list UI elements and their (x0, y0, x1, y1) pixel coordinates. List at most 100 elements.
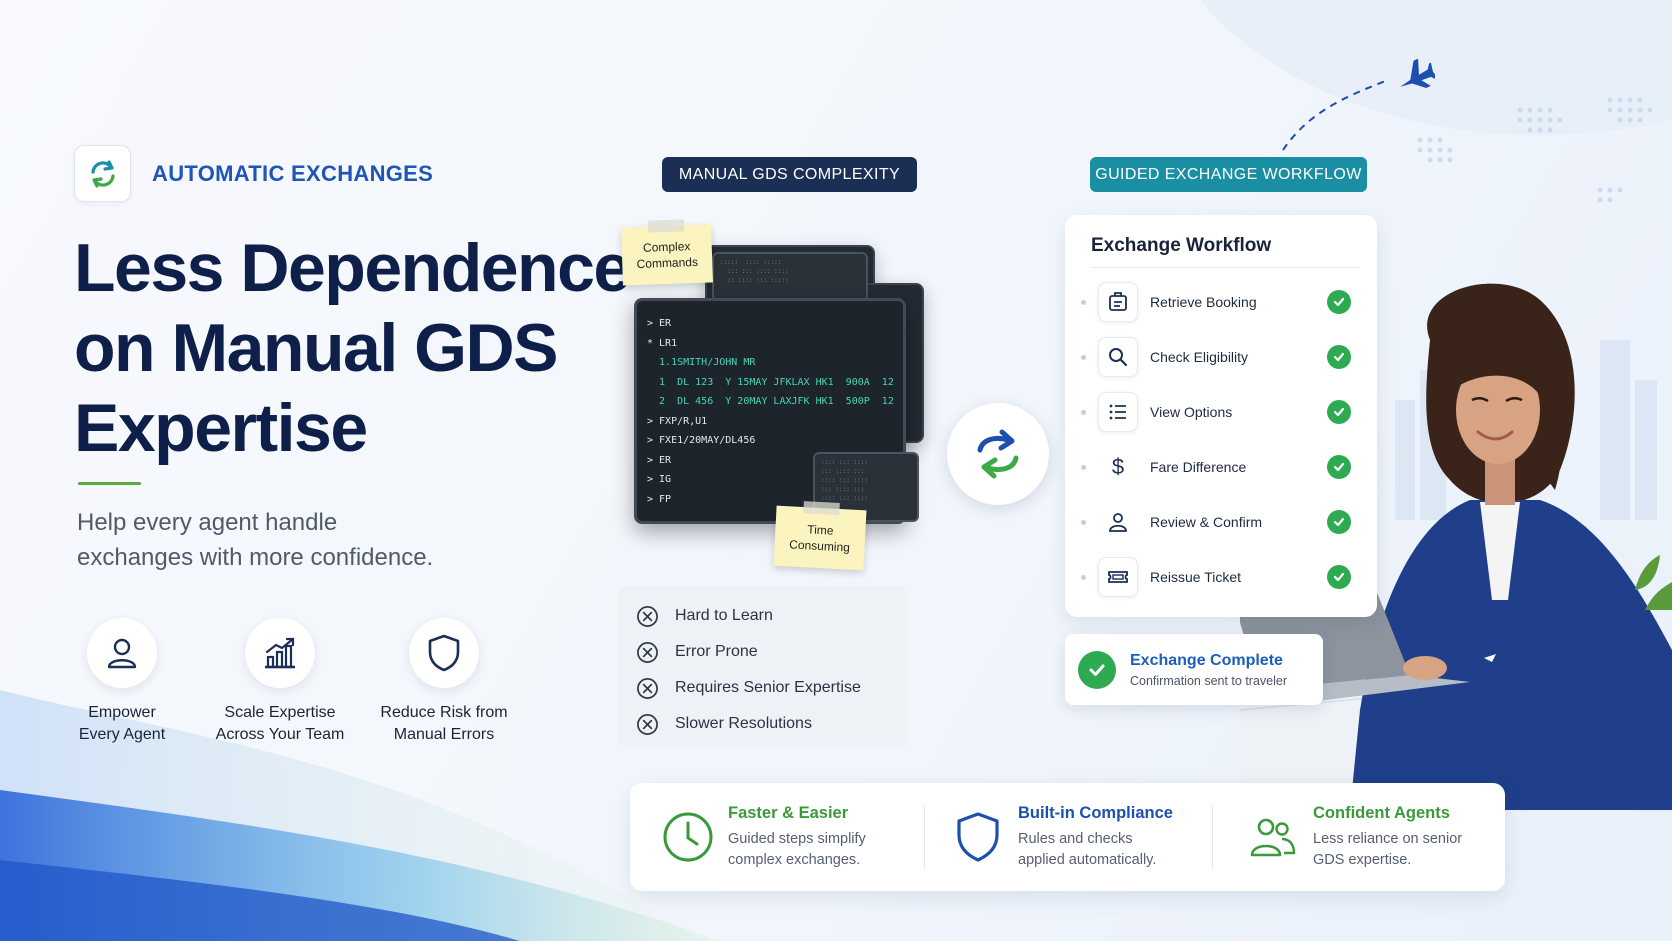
sticky-line-2: Consuming (788, 537, 851, 555)
feature-text: Faster & Easier Guided steps simplify co… (728, 804, 866, 871)
step-dot (1081, 299, 1086, 305)
workflow-step-check-eligibility[interactable]: Check Eligibility (1081, 335, 1363, 379)
terminal-line: 1.1SMITH/JOHN MR (647, 357, 756, 368)
feature-desc-line-1: Rules and checks (1018, 830, 1133, 847)
issue-item: Slower Resolutions (636, 706, 890, 742)
airplane-icon (1400, 58, 1435, 88)
terminal-mini-screen: ::::: :::: ::::: ::: ::: :::: :::: :: ::… (712, 252, 868, 302)
swap-circle (947, 403, 1049, 505)
step-dot (1081, 574, 1086, 580)
step-icon-box (1098, 392, 1138, 432)
feature-desc-line-2: complex exchanges. (728, 851, 861, 868)
feature-divider (924, 805, 925, 869)
exchange-complete-toast: Exchange Complete Confirmation sent to t… (1065, 634, 1323, 705)
feature-desc: Rules and checks applied automatically. (1018, 829, 1173, 871)
workflow-step-view-options[interactable]: View Options (1081, 390, 1363, 434)
feature-desc-line-2: GDS expertise. (1313, 851, 1412, 868)
x-circle-icon (637, 605, 658, 627)
check-icon (1327, 400, 1351, 424)
feature-text: Built-in Compliance Rules and checks app… (1018, 804, 1173, 871)
benefit-label-line-2: Across Your Team (215, 726, 345, 743)
feature-confident: Confident Agents Less reliance on senior… (1245, 783, 1462, 891)
sticky-line-2: Commands (636, 254, 699, 272)
x-circle-icon (637, 713, 658, 735)
step-label: Reissue Ticket (1150, 569, 1242, 585)
step-dot (1081, 409, 1086, 415)
sticky-tape (647, 219, 685, 233)
step-label: Fare Difference (1150, 459, 1247, 475)
check-icon (1327, 290, 1351, 314)
shield-icon (428, 634, 460, 672)
check-icon (1327, 455, 1351, 479)
check-icon (1327, 565, 1351, 589)
benefit-label-line-1: Empower (88, 704, 156, 721)
brand-label: AUTOMATIC EXCHANGES (152, 161, 434, 186)
step-dot (1081, 354, 1086, 360)
x-circle-icon (637, 641, 658, 663)
issue-item: Requires Senior Expertise (636, 670, 890, 706)
terminal-line: > FXE1/20MAY/DL456 (647, 435, 756, 446)
benefit-reduce-risk: Reduce Risk from Manual Errors (364, 618, 524, 746)
team-icon (1250, 818, 1296, 857)
benefit-label-line-2: Every Agent (78, 726, 166, 743)
workflow-step-retrieve-booking[interactable]: Retrieve Booking (1081, 280, 1363, 324)
feature-desc-line-2: applied automatically. (1018, 851, 1157, 868)
subtitle-line-1: Help every agent handle (77, 509, 338, 536)
sticky-tape (803, 501, 840, 515)
search-icon (1109, 348, 1128, 367)
step-label: View Options (1150, 404, 1233, 420)
benefit-label-line-2: Manual Errors (393, 726, 495, 743)
feature-icon-box (660, 810, 716, 864)
toast-title: Exchange Complete (1130, 651, 1283, 669)
user-icon (107, 638, 137, 669)
workflow-step-fare-difference[interactable]: $ Fare Difference (1081, 445, 1363, 489)
workflow-step-review-confirm[interactable]: Review & Confirm (1081, 500, 1363, 544)
step-label: Retrieve Booking (1150, 294, 1257, 310)
exchange-workflow-card: Exchange Workflow Retrieve Booking Check… (1065, 215, 1377, 617)
feature-title: Confident Agents (1313, 803, 1450, 822)
swap-arrows-icon (977, 429, 1019, 479)
sticky-note-time: Time Consuming (773, 501, 867, 571)
feature-faster: Faster & Easier Guided steps simplify co… (660, 783, 866, 891)
feature-compliance: Built-in Compliance Rules and checks app… (950, 783, 1173, 891)
subtitle-line-2: exchanges with more confidence. (77, 544, 434, 571)
sticky-line-1: Complex (642, 239, 691, 255)
benefit-empower: Empower Every Agent (42, 618, 202, 746)
brand-icon-box (74, 145, 131, 202)
terminal-line: 2 DL 456 Y 20MAY LAXJFK HK1 500P 12 (647, 396, 894, 407)
guided-workflow-pill: GUIDED EXCHANGE WORKFLOW (1090, 157, 1367, 192)
workflow-step-reissue-ticket[interactable]: Reissue Ticket (1081, 555, 1363, 599)
sync-icon (90, 159, 115, 188)
feature-icon-box (950, 811, 1006, 863)
feature-title: Built-in Compliance (1018, 803, 1173, 822)
benefit-icon-circle (409, 618, 479, 688)
toast-subtitle: Confirmation sent to traveler (1130, 673, 1288, 688)
issue-label: Slower Resolutions (675, 715, 812, 732)
feature-divider (1212, 805, 1213, 869)
step-dot (1081, 464, 1086, 470)
step-label: Review & Confirm (1150, 514, 1263, 530)
feature-text: Confident Agents Less reliance on senior… (1313, 804, 1462, 871)
benefit-label-line-1: Scale Expertise (224, 704, 336, 721)
issues-list: Hard to Learn Error Prone Requires Senio… (618, 586, 908, 748)
step-icon-box (1098, 282, 1138, 322)
benefit-label: Reduce Risk from Manual Errors (364, 702, 524, 746)
issue-item: Hard to Learn (636, 598, 890, 634)
x-circle-icon (637, 677, 658, 699)
check-icon (1327, 345, 1351, 369)
benefit-label: Scale Expertise Across Your Team (200, 702, 360, 746)
sticky-note-complex: Complex Commands (621, 219, 713, 286)
sticky-line-1: Time (806, 522, 834, 538)
feature-desc-line-1: Less reliance on senior (1313, 830, 1463, 847)
toast-text: Exchange Complete Confirmation sent to t… (1130, 652, 1287, 688)
workflow-card-title: Exchange Workflow (1091, 235, 1272, 256)
subtitle: Help every agent handle exchanges with m… (77, 505, 477, 575)
check-circle-icon (1078, 650, 1116, 689)
feature-title: Faster & Easier (728, 803, 849, 822)
step-icon-box (1098, 502, 1138, 542)
headline-line-2: on Manual GDS (74, 310, 558, 386)
feature-desc: Guided steps simplify complex exchanges. (728, 829, 866, 871)
workflow-divider (1091, 267, 1359, 268)
benefit-label: Empower Every Agent (42, 702, 202, 746)
issue-label: Requires Senior Expertise (675, 679, 861, 696)
